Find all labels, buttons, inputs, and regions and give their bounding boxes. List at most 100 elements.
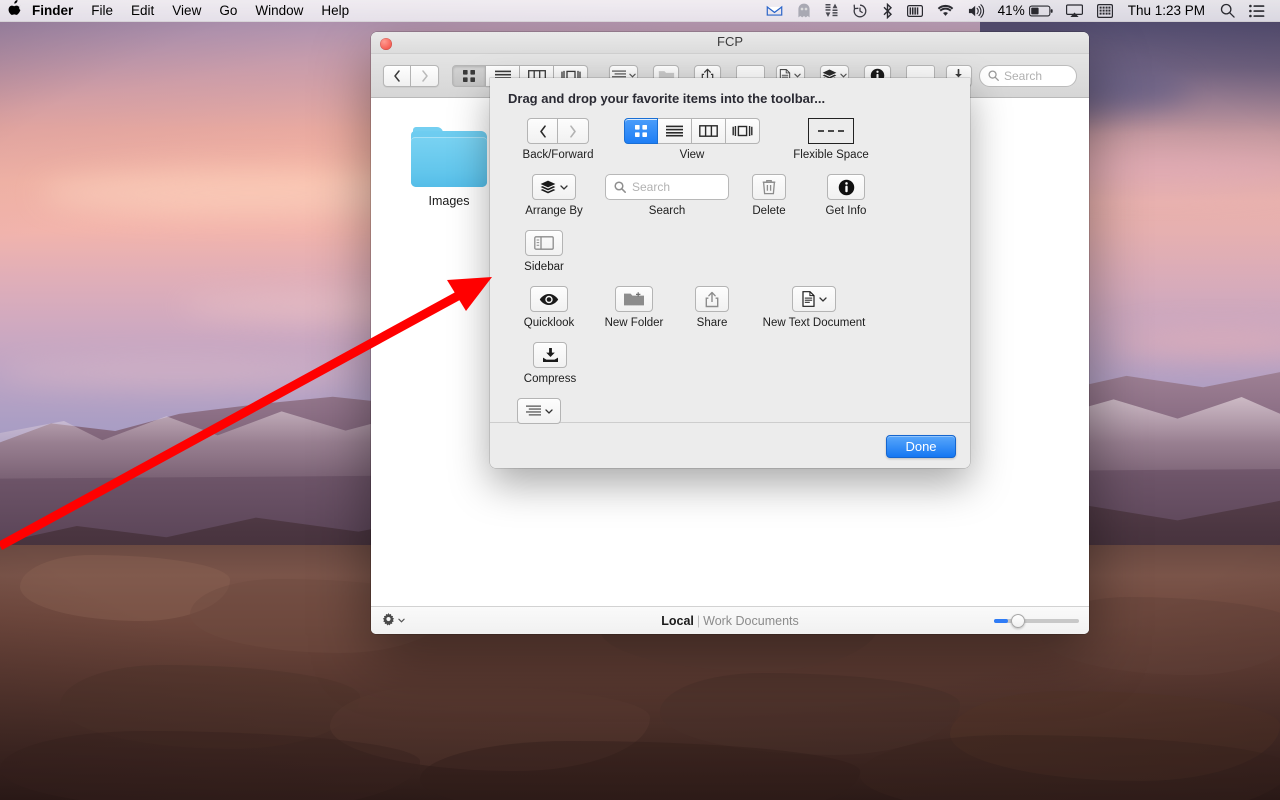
- palette-share-button[interactable]: [695, 286, 729, 312]
- palette-item-view[interactable]: View: [608, 118, 776, 161]
- palette-compress-button[interactable]: [533, 342, 567, 368]
- palette-row-2: Arrange By Search Search Delete Get Info…: [508, 174, 952, 286]
- customize-toolbar-sheet: Drag and drop your favorite items into t…: [490, 78, 970, 468]
- flexible-space-swatch[interactable]: [808, 118, 854, 144]
- palette-sidebar-button[interactable]: [525, 230, 563, 256]
- menu-item-go[interactable]: Go: [210, 0, 246, 22]
- palette-item-delete[interactable]: Delete: [734, 174, 804, 217]
- palette-new-text-document-button[interactable]: [792, 286, 836, 312]
- palette-quicklook-button[interactable]: [530, 286, 568, 312]
- search-placeholder-label: Search: [1003, 68, 1042, 83]
- palette-row-1: Back/Forward View Flexible Space: [508, 118, 952, 174]
- sidebar-icon: [534, 236, 554, 250]
- path-icon: [525, 405, 541, 416]
- file-item-images[interactable]: Images: [397, 127, 501, 208]
- menu-item-edit[interactable]: Edit: [122, 0, 163, 22]
- battery-level-icon: [1028, 4, 1053, 17]
- palette-path-button[interactable]: [517, 398, 561, 424]
- chevron-down-icon: [818, 296, 827, 302]
- slider-fill: [994, 618, 1008, 623]
- volume-icon[interactable]: [961, 0, 992, 22]
- menubar-clock[interactable]: Thu 1:23 PM: [1120, 3, 1213, 18]
- chevron-down-icon: [560, 184, 568, 190]
- search-icon: [614, 181, 626, 193]
- transfer-arrows-icon[interactable]: [818, 0, 845, 22]
- battery-percent-label: 41%: [997, 3, 1025, 18]
- apple-logo-icon[interactable]: [0, 0, 30, 21]
- action-menu-button[interactable]: [381, 613, 405, 628]
- airplay-icon[interactable]: [1059, 0, 1090, 22]
- bluetooth-icon[interactable]: [875, 0, 900, 22]
- palette-item-arrange-by[interactable]: Arrange By: [508, 174, 600, 217]
- gear-icon: [382, 613, 395, 626]
- info-icon: [838, 179, 854, 195]
- palette-arrange-by-button[interactable]: [532, 174, 576, 200]
- battery-status[interactable]: 41%: [992, 3, 1059, 18]
- menu-item-finder[interactable]: Finder: [30, 0, 82, 22]
- slider-thumb[interactable]: [1011, 613, 1025, 628]
- palette-item-sidebar[interactable]: Sidebar: [508, 230, 580, 273]
- spotlight-search-icon[interactable]: [1213, 0, 1242, 22]
- palette-view-icon-button[interactable]: [624, 118, 658, 144]
- menu-item-window[interactable]: Window: [246, 0, 312, 22]
- time-machine-icon[interactable]: [845, 0, 875, 22]
- palette-view-list-button[interactable]: [658, 118, 692, 144]
- palette-search-field[interactable]: Search: [605, 174, 729, 200]
- palette-item-quicklook[interactable]: Quicklook: [508, 286, 590, 329]
- folder-icon: [411, 127, 487, 187]
- toolbar-search-field[interactable]: Search: [978, 64, 1077, 87]
- palette-view-column-button[interactable]: [692, 118, 726, 144]
- menu-item-help[interactable]: Help: [312, 0, 358, 22]
- file-label: Images: [428, 194, 470, 208]
- palette-item-new-text-document[interactable]: New Text Document: [746, 286, 882, 329]
- palette-row-3: Quicklook New Folder Share New Text Docu…: [508, 286, 952, 398]
- back-forward-control: [383, 64, 439, 87]
- icon-size-slider[interactable]: [994, 613, 1079, 628]
- window-title: FCP: [717, 34, 743, 49]
- palette-label: New Folder: [604, 317, 664, 329]
- status-primary: Local: [661, 613, 694, 628]
- trash-icon: [762, 179, 776, 195]
- palette-label: Share: [696, 317, 728, 329]
- sheet-content: Drag and drop your favorite items into t…: [490, 78, 970, 468]
- palette-get-info-button[interactable]: [827, 174, 865, 200]
- palette-label: Flexible Space: [793, 149, 869, 161]
- palette-search-placeholder: Search: [632, 180, 671, 194]
- palette-item-new-folder[interactable]: New Folder: [590, 286, 678, 329]
- palette-label: Search: [648, 205, 686, 217]
- palette-view-coverflow-button[interactable]: [726, 118, 760, 144]
- palette-item-search[interactable]: Search Search: [600, 174, 734, 217]
- keyboard-input-icon[interactable]: [1090, 0, 1120, 22]
- palette-label: Sidebar: [524, 261, 564, 273]
- palette-item-flexible-space[interactable]: Flexible Space: [776, 118, 886, 161]
- dropbox-inbox-icon[interactable]: [759, 0, 790, 22]
- compress-icon: [542, 348, 558, 362]
- palette-item-share[interactable]: Share: [678, 286, 746, 329]
- forward-button[interactable]: [411, 64, 439, 87]
- palette-back-button[interactable]: [527, 118, 558, 144]
- back-button[interactable]: [383, 64, 411, 87]
- menu-item-view[interactable]: View: [163, 0, 210, 22]
- eye-icon: [539, 293, 559, 305]
- palette-label: Arrange By: [525, 205, 583, 217]
- view-icon-button[interactable]: [452, 64, 486, 87]
- palette-item-get-info[interactable]: Get Info: [804, 174, 888, 217]
- palette-label: Delete: [752, 205, 786, 217]
- palette-item-back-forward[interactable]: Back/Forward: [508, 118, 608, 161]
- palette-forward-button[interactable]: [558, 118, 589, 144]
- menu-item-file[interactable]: File: [82, 0, 122, 22]
- battery-bar-icon[interactable]: [900, 0, 930, 22]
- done-button[interactable]: Done: [886, 434, 956, 458]
- status-path-label: Local | Work Documents: [371, 614, 1089, 628]
- palette-new-folder-button[interactable]: [615, 286, 653, 312]
- status-secondary: Work Documents: [703, 613, 799, 628]
- palette-delete-button[interactable]: [752, 174, 786, 200]
- palette-item-compress[interactable]: Compress: [508, 342, 592, 385]
- wifi-icon[interactable]: [930, 0, 961, 22]
- menu-bar: Finder File Edit View Go Window Help 41%…: [0, 0, 1280, 22]
- palette-label: New Text Document: [762, 317, 866, 329]
- new-folder-icon: [624, 292, 644, 306]
- share-icon: [705, 291, 719, 307]
- ghost-icon[interactable]: [790, 0, 818, 22]
- notification-center-icon[interactable]: [1242, 0, 1272, 22]
